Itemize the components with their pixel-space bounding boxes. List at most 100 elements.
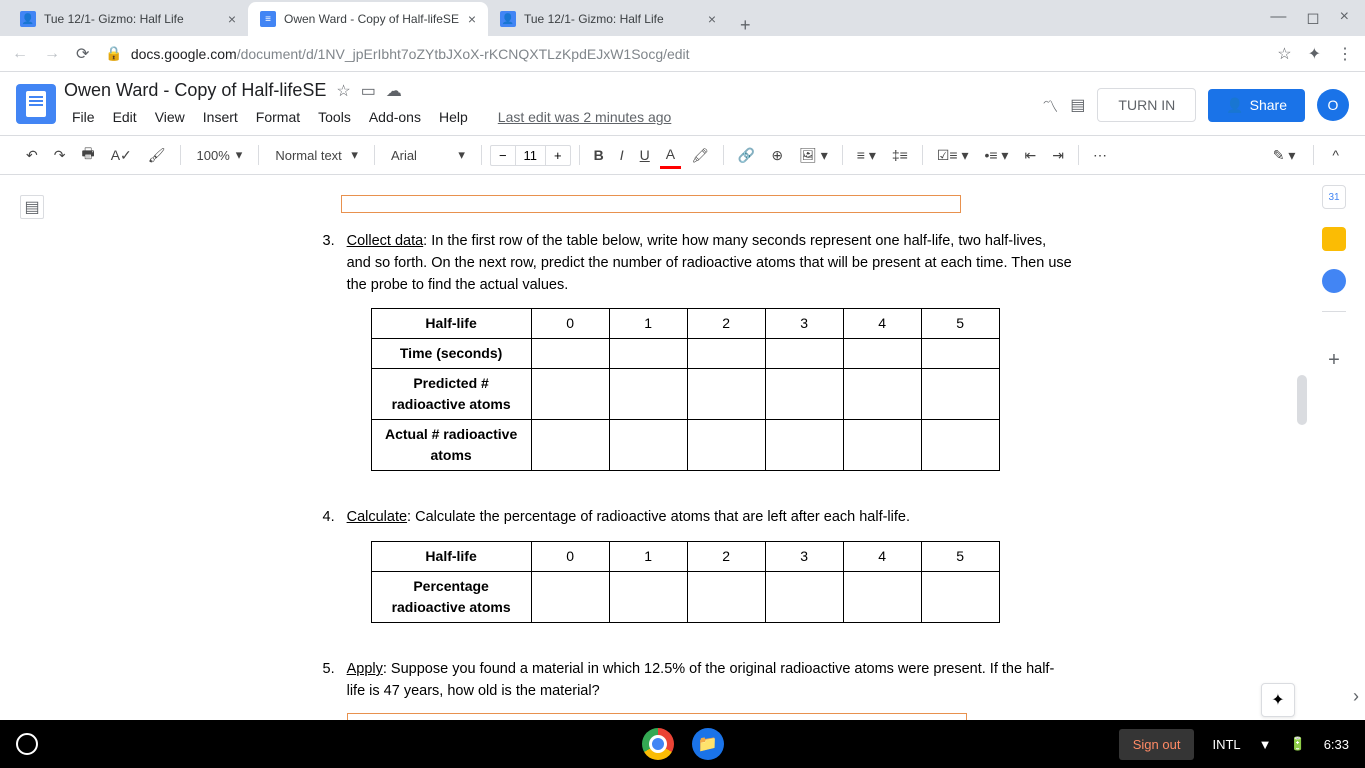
spellcheck-button[interactable]: A✓ — [105, 143, 138, 168]
account-avatar[interactable]: O — [1317, 89, 1349, 121]
close-icon[interactable]: × — [228, 11, 236, 27]
font-size-value[interactable]: 11 — [515, 146, 547, 165]
q3-table[interactable]: Half-life012345 Time (seconds) Predicted… — [371, 308, 1000, 471]
move-icon[interactable]: ▭ — [361, 81, 376, 101]
expand-side-icon[interactable]: › — [1353, 686, 1359, 707]
editing-mode-button[interactable]: ✎ ▾ — [1267, 143, 1302, 168]
decrease-font-icon[interactable]: − — [491, 146, 515, 165]
bold-button[interactable]: B — [588, 143, 610, 167]
document-page[interactable]: 3. Collect data: In the first row of the… — [293, 175, 1073, 727]
undo-button[interactable]: ↶ — [20, 143, 44, 168]
docs-menubar: File Edit View Insert Format Tools Add-o… — [64, 105, 1034, 129]
clock[interactable]: 6:33 — [1324, 737, 1349, 752]
menu-format[interactable]: Format — [248, 105, 308, 129]
signout-button[interactable]: Sign out — [1119, 729, 1195, 760]
doc-title[interactable]: Owen Ward - Copy of Half-lifeSE — [64, 80, 326, 101]
indent-decrease-button[interactable]: ⇤ — [1018, 143, 1042, 168]
zoom-select[interactable]: 100% ▾ — [189, 143, 251, 167]
document-area: ▤ 31 + 3. Collect data: In the first row… — [0, 175, 1365, 727]
link-button[interactable]: 🔗 — [732, 143, 761, 168]
tab-title: Tue 12/1- Gizmo: Half Life — [44, 12, 184, 26]
more-button[interactable]: ⋯ — [1087, 143, 1113, 168]
close-window-icon[interactable]: × — [1340, 8, 1349, 28]
menu-view[interactable]: View — [147, 105, 193, 129]
align-button[interactable]: ≡ ▾ — [851, 143, 882, 168]
activity-icon[interactable]: 〽 — [1042, 93, 1058, 117]
q4-number: 4. — [293, 507, 335, 643]
chrome-app-icon[interactable] — [640, 726, 676, 762]
menu-file[interactable]: File — [64, 105, 103, 129]
lock-icon: 🔒 — [105, 45, 122, 62]
collapse-toolbar-button[interactable]: ^ — [1326, 143, 1345, 167]
person-icon: 👤 — [20, 11, 36, 27]
star-doc-icon[interactable]: ☆ — [336, 81, 350, 101]
checklist-button[interactable]: ☑≡ ▾ — [931, 143, 975, 168]
reload-button[interactable]: ⟳ — [76, 44, 89, 64]
font-select[interactable]: Arial▾ — [383, 143, 473, 167]
paint-format-button[interactable]: 🖌 — [142, 143, 172, 168]
scrollbar-thumb[interactable] — [1297, 375, 1307, 425]
menu-edit[interactable]: Edit — [105, 105, 145, 129]
url-path: /document/d/1NV_jpErIbht7oZYtbJXoX-rKCNQ… — [237, 46, 690, 62]
outline-icon[interactable]: ▤ — [20, 195, 44, 219]
tasks-icon[interactable] — [1322, 269, 1346, 293]
add-panel-icon[interactable]: + — [1328, 349, 1340, 372]
menu-insert[interactable]: Insert — [195, 105, 246, 129]
forward-button[interactable]: → — [44, 45, 60, 63]
explore-button[interactable]: ✦ — [1261, 683, 1295, 717]
italic-button[interactable]: I — [614, 143, 630, 167]
close-icon[interactable]: × — [468, 11, 476, 27]
menu-icon[interactable]: ⋮ — [1337, 44, 1353, 64]
browser-tab-active[interactable]: ≡ Owen Ward - Copy of Half-lifeSE × — [248, 2, 488, 36]
comment-button[interactable]: ⊕ — [765, 143, 789, 168]
line-spacing-button[interactable]: ‡≡ — [886, 143, 914, 167]
menu-addons[interactable]: Add-ons — [361, 105, 429, 129]
share-label: Share — [1250, 97, 1287, 113]
docs-header: Owen Ward - Copy of Half-lifeSE ☆ ▭ ☁ Fi… — [0, 72, 1365, 129]
address-bar: ← → ⟳ 🔒 docs.google.com/document/d/1NV_j… — [0, 36, 1365, 72]
person-icon: 👤 — [500, 11, 516, 27]
menu-tools[interactable]: Tools — [310, 105, 359, 129]
star-icon[interactable]: ☆ — [1277, 44, 1291, 64]
text-color-button[interactable]: A — [660, 142, 681, 169]
lang-indicator[interactable]: INTL — [1212, 737, 1240, 752]
new-tab-button[interactable]: + — [728, 15, 763, 36]
indent-increase-button[interactable]: ⇥ — [1046, 143, 1070, 168]
image-button[interactable]: 🖼 ▾ — [793, 143, 834, 168]
browser-tab[interactable]: 👤 Tue 12/1- Gizmo: Half Life × — [8, 2, 248, 36]
wifi-icon[interactable]: ▼ — [1259, 737, 1272, 752]
q4-table[interactable]: Half-life012345 Percentage radioactive a… — [371, 541, 1000, 623]
cloud-icon[interactable]: ☁ — [386, 81, 402, 101]
menu-help[interactable]: Help — [431, 105, 476, 129]
print-button[interactable]: 🖶 — [75, 139, 100, 171]
close-icon[interactable]: × — [708, 11, 716, 27]
q3-lead: Collect data — [347, 233, 424, 249]
turn-in-button[interactable]: TURN IN — [1097, 88, 1196, 122]
back-button[interactable]: ← — [12, 45, 28, 63]
comments-icon[interactable]: ▤ — [1070, 95, 1085, 115]
files-app-icon[interactable]: 📁 — [690, 726, 726, 762]
q5-number: 5. — [293, 659, 335, 727]
underline-button[interactable]: U — [634, 143, 656, 167]
keep-icon[interactable] — [1322, 227, 1346, 251]
url-input[interactable]: 🔒 docs.google.com/document/d/1NV_jpErIbh… — [105, 45, 1261, 62]
q3-text: : In the first row of the table below, w… — [347, 233, 1072, 293]
browser-tab[interactable]: 👤 Tue 12/1- Gizmo: Half Life × — [488, 2, 728, 36]
maximize-icon[interactable]: ◻ — [1306, 8, 1319, 28]
last-edit-link[interactable]: Last edit was 2 minutes ago — [490, 105, 680, 129]
launcher-icon[interactable] — [16, 733, 38, 755]
style-select[interactable]: Normal text ▾ — [267, 143, 366, 167]
minimize-icon[interactable]: — — [1270, 8, 1286, 28]
share-button[interactable]: 👤 Share — [1208, 89, 1305, 122]
side-panel: 31 + — [1309, 175, 1359, 372]
tab-title: Tue 12/1- Gizmo: Half Life — [524, 12, 664, 26]
highlight-button[interactable]: 🖍 — [685, 143, 715, 168]
font-size-control[interactable]: − 11 + — [490, 145, 571, 166]
bullet-list-button[interactable]: •≡ ▾ — [978, 143, 1014, 168]
battery-icon[interactable]: 🔋 — [1290, 736, 1306, 752]
docs-logo[interactable] — [16, 84, 56, 124]
calendar-icon[interactable]: 31 — [1322, 185, 1346, 209]
increase-font-icon[interactable]: + — [546, 146, 570, 165]
extensions-icon[interactable]: ✦ — [1308, 44, 1321, 64]
redo-button[interactable]: ↷ — [48, 143, 72, 168]
